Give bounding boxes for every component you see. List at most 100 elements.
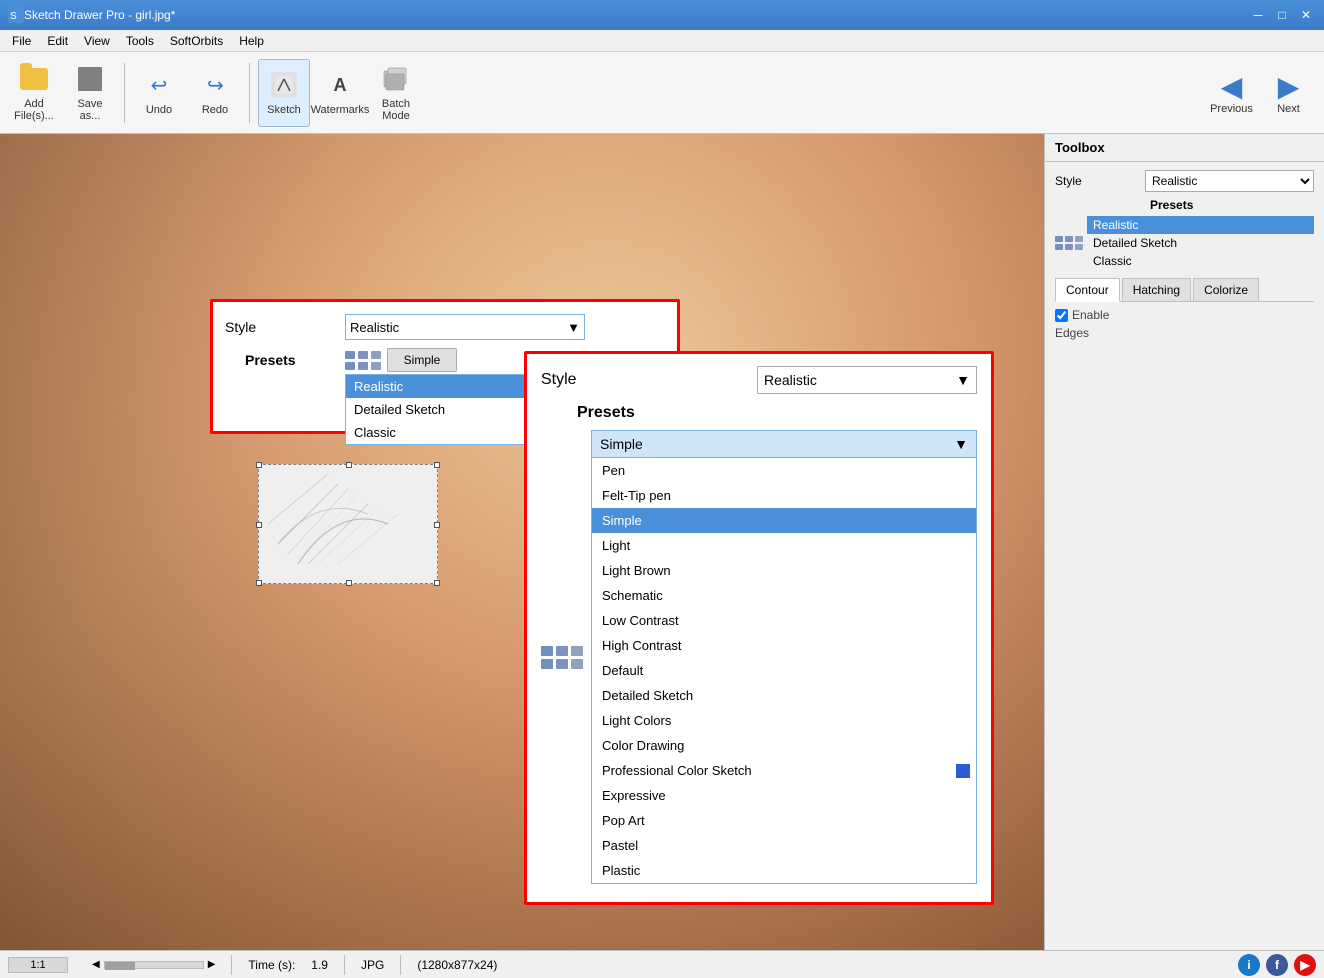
add-file-button[interactable]: AddFile(s)... <box>8 59 60 127</box>
info-button[interactable]: i <box>1238 954 1260 976</box>
batch-mode-button[interactable]: BatchMode <box>370 59 422 127</box>
status-separator-3 <box>400 955 401 975</box>
enable-checkbox[interactable] <box>1055 309 1068 322</box>
save-icon <box>74 64 106 95</box>
selection-handle-tr[interactable] <box>434 462 440 468</box>
scroll-left-icon[interactable]: ◀ <box>92 959 100 970</box>
toolbox-style-select[interactable]: Realistic Detailed Sketch Classic <box>1145 170 1314 192</box>
sketch-button[interactable]: Sketch <box>258 59 310 127</box>
small-popup-preset-button[interactable]: Simple <box>387 348 457 372</box>
large-popup-preset-container: Simple ▼ Pen Felt-Tip pen Simple Light L… <box>591 430 977 884</box>
small-popup-chevron-icon: ▼ <box>567 320 580 335</box>
maximize-button[interactable]: □ <box>1272 5 1292 25</box>
sketch-icon <box>268 69 300 101</box>
lp-opt-expressive[interactable]: Expressive <box>592 783 976 808</box>
status-separator-1 <box>231 955 232 975</box>
selection-handle-ml[interactable] <box>256 522 262 528</box>
canvas-area[interactable]: Style Realistic ▼ Presets <box>0 134 1044 950</box>
menu-edit[interactable]: Edit <box>39 32 76 50</box>
selection-handle-mr[interactable] <box>434 522 440 528</box>
lp-opt-high-contrast[interactable]: High Contrast <box>592 633 976 658</box>
lp-opt-plastic[interactable]: Plastic <box>592 858 976 883</box>
selection-handle-tl[interactable] <box>256 462 262 468</box>
undo-button[interactable]: ↩ Undo <box>133 59 185 127</box>
toolbox-style-row: Style Realistic Detailed Sketch Classic <box>1055 170 1314 192</box>
lp-opt-detailed-sketch[interactable]: Detailed Sketch <box>592 683 976 708</box>
enable-label: Enable <box>1072 308 1109 322</box>
window-title: Sketch Drawer Pro - girl.jpg* <box>24 8 175 22</box>
close-button[interactable]: ✕ <box>1296 5 1316 25</box>
save-as-button[interactable]: Saveas... <box>64 59 116 127</box>
menu-file[interactable]: File <box>4 32 39 50</box>
lp-opt-light-brown[interactable]: Light Brown <box>592 558 976 583</box>
next-button[interactable]: ▶ Next <box>1261 59 1316 127</box>
large-popup-preset-dropdown[interactable]: Pen Felt-Tip pen Simple Light Light Brow… <box>591 458 977 884</box>
lp-opt-pen[interactable]: Pen <box>592 458 976 483</box>
large-popup-preset-select[interactable]: Simple ▼ <box>591 430 977 458</box>
lp-opt-pop-art[interactable]: Pop Art <box>592 808 976 833</box>
small-popup-presets-label: Presets <box>225 352 345 368</box>
selection-handle-tm[interactable] <box>346 462 352 468</box>
toolbox-preset-icons <box>1055 236 1083 250</box>
scroll-thumb[interactable] <box>105 962 135 970</box>
toolbox-style-opt-detailed[interactable]: Detailed Sketch <box>1087 234 1314 252</box>
toolbox-contour-section: Enable Edges <box>1055 302 1314 346</box>
menu-view[interactable]: View <box>76 32 118 50</box>
lp-opt-light-colors[interactable]: Light Colors <box>592 708 976 733</box>
format-value: JPG <box>361 958 384 972</box>
large-popup-presets-label: Presets <box>541 404 977 422</box>
toolbox-title: Toolbox <box>1045 134 1324 162</box>
redo-icon: ↩ <box>199 69 231 101</box>
scroll-track[interactable] <box>104 961 204 969</box>
menu-tools[interactable]: Tools <box>118 32 162 50</box>
redo-button[interactable]: ↩ Redo <box>189 59 241 127</box>
selection-box[interactable] <box>258 464 438 584</box>
lp-opt-default[interactable]: Default <box>592 658 976 683</box>
app-icon: S <box>8 7 24 23</box>
scroll-bar[interactable]: ◀ ▶ <box>92 959 215 970</box>
folder-icon <box>18 64 50 95</box>
status-icons: i f ▶ <box>1238 954 1316 976</box>
main-content: Style Realistic ▼ Presets <box>0 134 1324 950</box>
watermarks-button[interactable]: A Watermarks <box>314 59 366 127</box>
tab-contour[interactable]: Contour <box>1055 278 1120 302</box>
lp-opt-light[interactable]: Light <box>592 533 976 558</box>
previous-button[interactable]: ◀ Previous <box>1204 59 1259 127</box>
zoom-value: 1:1 <box>30 959 45 971</box>
menu-help[interactable]: Help <box>231 32 272 50</box>
youtube-button[interactable]: ▶ <box>1294 954 1316 976</box>
edges-label: Edges <box>1055 326 1314 340</box>
toolbar-separator-2 <box>249 63 250 123</box>
minimize-button[interactable]: ─ <box>1248 5 1268 25</box>
toolbar: AddFile(s)... Saveas... ↩ Undo ↩ Redo <box>0 52 1324 134</box>
large-popup-style-label: Style <box>541 371 577 389</box>
toolbox-style-opt-classic[interactable]: Classic <box>1087 252 1314 270</box>
toolbox-style-opt-realistic[interactable]: Realistic <box>1087 216 1314 234</box>
svg-text:S: S <box>10 11 17 22</box>
nav-buttons: ◀ Previous ▶ Next <box>1204 59 1316 127</box>
lp-opt-simple[interactable]: Simple <box>592 508 976 533</box>
tab-hatching[interactable]: Hatching <box>1122 278 1191 301</box>
lp-opt-low-contrast[interactable]: Low Contrast <box>592 608 976 633</box>
selection-handle-bm[interactable] <box>346 580 352 586</box>
lp-opt-color-drawing[interactable]: Color Drawing <box>592 733 976 758</box>
sketch-label: Sketch <box>267 104 301 116</box>
toolbox-panel: Toolbox Style Realistic Detailed Sketch … <box>1044 134 1324 950</box>
toolbox-style-label: Style <box>1055 174 1145 188</box>
pro-color-swatch <box>956 764 970 778</box>
menu-softorbits[interactable]: SoftOrbits <box>162 32 231 50</box>
selection-handle-bl[interactable] <box>256 580 262 586</box>
lp-opt-felt-tip[interactable]: Felt-Tip pen <box>592 483 976 508</box>
lp-opt-pastel[interactable]: Pastel <box>592 833 976 858</box>
large-popup-preset-value: Simple <box>600 436 643 452</box>
selection-handle-br[interactable] <box>434 580 440 586</box>
lp-opt-pro-color-row[interactable]: Professional Color Sketch <box>592 758 976 783</box>
scroll-right-icon[interactable]: ▶ <box>208 959 216 970</box>
time-label: Time (s): <box>248 958 295 972</box>
facebook-button[interactable]: f <box>1266 954 1288 976</box>
large-popup-style-select[interactable]: Realistic ▼ <box>757 366 977 394</box>
lp-opt-pro-color[interactable]: Professional Color Sketch <box>592 758 956 783</box>
small-popup-style-select[interactable]: Realistic ▼ <box>345 314 585 340</box>
lp-opt-schematic[interactable]: Schematic <box>592 583 976 608</box>
tab-colorize[interactable]: Colorize <box>1193 278 1259 301</box>
